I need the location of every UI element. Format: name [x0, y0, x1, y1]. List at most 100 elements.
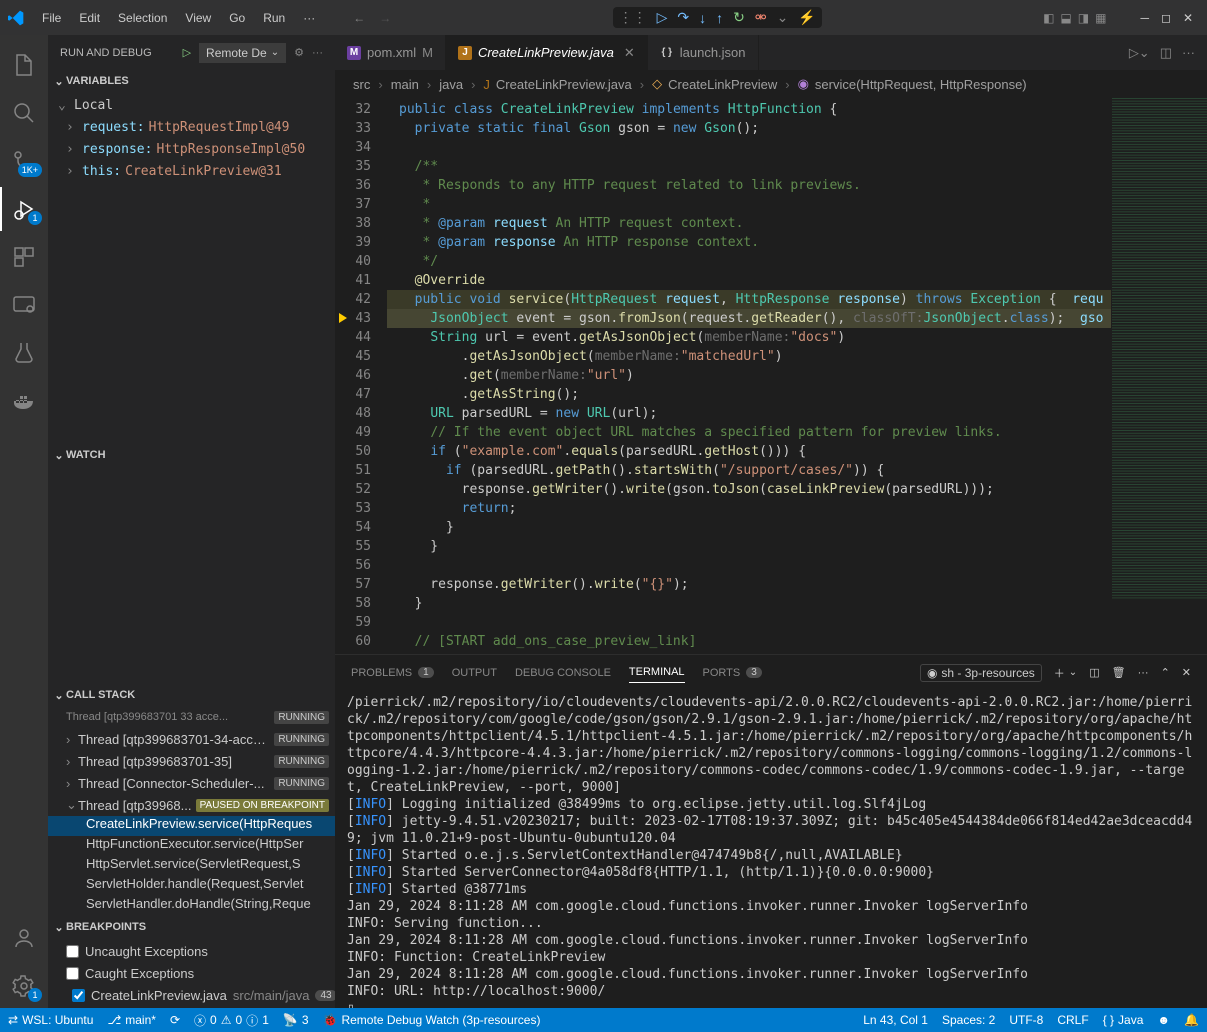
terminal-new-icon[interactable]: ＋ [1054, 665, 1065, 681]
activity-remote-icon[interactable] [0, 283, 48, 327]
thread-row[interactable]: ›Thread [qtp399683701-34-acce...RUNNING [48, 728, 335, 750]
variable-item[interactable]: ›this: CreateLinkPreview@31 [48, 160, 335, 182]
menu-edit[interactable]: Edit [71, 7, 108, 29]
debug-config-select[interactable]: Remote De ⌄ [199, 43, 286, 63]
stack-frame[interactable]: ServletHandler.doHandle(String,Reque [48, 896, 335, 916]
split-editor-icon[interactable]: ◫ [1160, 45, 1172, 61]
menu-go[interactable]: Go [221, 7, 253, 29]
debug-settings-icon[interactable]: ⚙ [294, 46, 304, 59]
tab-close-icon[interactable]: ✕ [624, 45, 635, 61]
breadcrumb[interactable]: src› main› java› J CreateLinkPreview.jav… [335, 70, 1207, 98]
panel-tab-problems[interactable]: PROBLEMS1 [351, 667, 434, 679]
nav-back-icon[interactable]: ← [353, 11, 365, 25]
activity-explorer-icon[interactable] [0, 43, 48, 87]
callstack-body: Thread [qtp399683701 33 acce...RUNNING›T… [48, 706, 335, 916]
stack-frame[interactable]: ServletHolder.handle(Request,Servlet [48, 876, 335, 896]
debug-step-into-icon[interactable]: ↓ [699, 10, 706, 26]
debug-lightning-icon[interactable]: ⚡ [798, 9, 815, 26]
terminal-content[interactable]: /pierrick/.m2/repository/io/cloudevents/… [335, 690, 1207, 1008]
editor-body[interactable]: 3233343536373839404142434445464748495051… [335, 98, 1207, 654]
panel-tab-terminal[interactable]: TERMINAL [629, 666, 685, 683]
thread-row[interactable]: ›Thread [Connector-Scheduler-...RUNNING [48, 772, 335, 794]
sb-eol[interactable]: CRLF [1057, 1013, 1088, 1027]
thread-row-paused[interactable]: ⌄Thread [qtp39968...PAUSED ON BREAKPOINT [48, 794, 335, 816]
stack-frame[interactable]: HttpFunctionExecutor.service(HttpSer [48, 836, 335, 856]
layout-customize-icon[interactable]: ▦ [1095, 11, 1106, 25]
section-watch-header[interactable]: ⌄WATCH [48, 444, 335, 466]
terminal-kill-icon[interactable]: 🗑 [1112, 666, 1126, 679]
activity-docker-icon[interactable] [0, 379, 48, 423]
activity-testing-icon[interactable] [0, 331, 48, 375]
sb-ports[interactable]: 📡3 [283, 1013, 309, 1027]
thread-row[interactable]: ›Thread [qtp399683701-35]RUNNING [48, 750, 335, 772]
bp-uncaught[interactable]: Uncaught Exceptions [48, 940, 335, 962]
editor-more-icon[interactable]: ··· [1182, 45, 1195, 60]
editor-tab[interactable]: JCreateLinkPreview.java✕ [446, 35, 648, 70]
window-maximize-icon[interactable]: ◻ [1161, 11, 1171, 25]
local-scope-item[interactable]: ⌄Local [48, 94, 335, 116]
bp-caught[interactable]: Caught Exceptions [48, 962, 335, 984]
thread-row[interactable]: Thread [qtp399683701 33 acce...RUNNING [48, 706, 335, 728]
sb-lang[interactable]: { } Java [1103, 1013, 1144, 1027]
gutter[interactable]: 3233343536373839404142434445464748495051… [335, 98, 387, 654]
panel-tab-debug-console[interactable]: DEBUG CONSOLE [515, 667, 611, 679]
debug-step-over-icon[interactable]: ↷ [677, 9, 689, 26]
debug-drag-handle-icon[interactable]: ⋮⋮ [619, 9, 647, 26]
terminal-split-icon[interactable]: ◫ [1089, 666, 1099, 679]
stack-frame[interactable]: CreateLinkPreview.service(HttpReques [48, 816, 335, 836]
activity-extensions-icon[interactable] [0, 235, 48, 279]
sb-spaces[interactable]: Spaces: 2 [942, 1013, 995, 1027]
editor-tab[interactable]: Mpom.xmlM [335, 35, 446, 70]
activity-debug-icon[interactable]: 1 [0, 187, 48, 231]
panel-close-icon[interactable]: ✕ [1182, 666, 1191, 679]
editor-tab[interactable]: { }launch.json [648, 35, 759, 70]
menu-selection[interactable]: Selection [110, 7, 175, 29]
layout-panel-right-icon[interactable]: ◨ [1078, 11, 1089, 25]
debug-dropdown-icon[interactable]: ⌄ [777, 9, 789, 26]
debug-step-out-icon[interactable]: ↑ [716, 10, 723, 26]
activity-account-icon[interactable] [0, 916, 48, 960]
code-content[interactable]: public class CreateLinkPreview implement… [387, 98, 1111, 654]
debug-disconnect-icon[interactable]: ⚮ [755, 9, 767, 26]
sb-encoding[interactable]: UTF-8 [1009, 1013, 1043, 1027]
variable-item[interactable]: ›response: HttpResponseImpl@50 [48, 138, 335, 160]
sb-debug-status[interactable]: 🐞Remote Debug Watch (3p-resources) [323, 1013, 541, 1027]
sb-remote[interactable]: ⇄WSL: Ubuntu [8, 1013, 93, 1027]
minimap[interactable] [1111, 98, 1207, 654]
window-close-icon[interactable]: ✕ [1183, 11, 1193, 25]
variable-item[interactable]: ›request: HttpRequestImpl@49 [48, 116, 335, 138]
activity-settings-icon[interactable]: 1 [0, 964, 48, 1008]
menu-view[interactable]: View [177, 7, 219, 29]
sb-sync[interactable]: ⟳ [170, 1013, 180, 1027]
menu-file[interactable]: File [34, 7, 69, 29]
section-variables-header[interactable]: ⌄VARIABLES [48, 70, 335, 92]
menu-run[interactable]: Run [255, 7, 293, 29]
stack-frame[interactable]: HttpServlet.service(ServletRequest,S [48, 856, 335, 876]
sidebar-more-icon[interactable]: ··· [312, 47, 323, 59]
activity-scm-icon[interactable]: 1K+ [0, 139, 48, 183]
layout-panel-bottom-icon[interactable]: ⬓ [1060, 11, 1071, 25]
panel-tab-output[interactable]: OUTPUT [452, 667, 497, 679]
sb-position[interactable]: Ln 43, Col 1 [863, 1013, 928, 1027]
section-breakpoints-header[interactable]: ⌄BREAKPOINTS [48, 916, 335, 938]
sb-problems[interactable]: ⓧ0 ⚠0 ⓘ1 [194, 1012, 269, 1029]
debug-restart-icon[interactable]: ↻ [733, 9, 745, 26]
terminal-more-icon[interactable]: ··· [1138, 667, 1149, 679]
layout-panel-left-icon[interactable]: ◧ [1043, 11, 1054, 25]
run-file-icon[interactable]: ▷⌄ [1129, 45, 1150, 61]
terminal-selector[interactable]: ◉sh - 3p-resources [920, 664, 1042, 682]
sb-feedback-icon[interactable]: ☻ [1157, 1013, 1170, 1027]
nav-forward-icon[interactable]: → [379, 11, 391, 25]
menu-more[interactable]: ··· [295, 7, 323, 29]
bp-file[interactable]: CreateLinkPreview.java src/main/java 43 [48, 984, 335, 1006]
sb-branch[interactable]: ⎇main* [107, 1013, 156, 1027]
breakpoint-indicator-icon[interactable] [339, 313, 347, 323]
panel-maximize-icon[interactable]: ⌃ [1161, 666, 1170, 679]
activity-search-icon[interactable] [0, 91, 48, 135]
panel-tab-ports[interactable]: PORTS3 [703, 667, 762, 679]
debug-continue-icon[interactable]: ▷ [657, 9, 668, 26]
start-debug-icon[interactable]: ▷ [183, 46, 191, 59]
sb-bell-icon[interactable]: 🔔 [1184, 1013, 1199, 1027]
section-callstack-header[interactable]: ⌄CALL STACK [48, 684, 335, 706]
window-minimize-icon[interactable]: ─ [1140, 11, 1149, 25]
